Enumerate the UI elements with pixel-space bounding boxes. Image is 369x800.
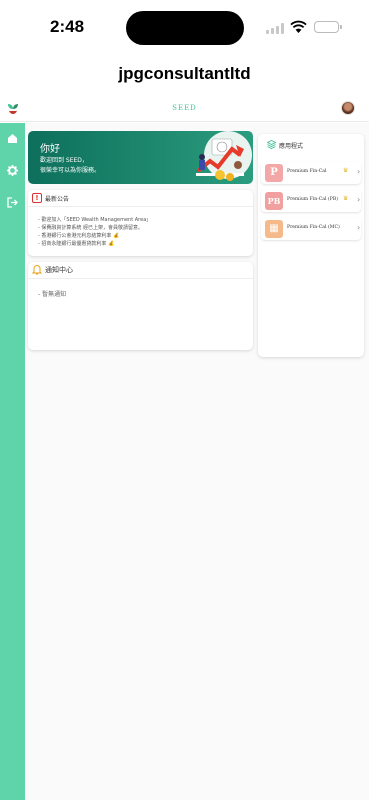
dynamic-island <box>126 11 244 45</box>
coin-icon: 💰 <box>113 233 120 239</box>
announcement-item-text: - 香港銀行公會港元利息結算利率 <box>38 233 112 239</box>
welcome-line-2: 很榮幸可以為你服務。 <box>40 167 101 174</box>
logout-icon <box>7 197 18 208</box>
apps-title: 應用程式 <box>279 143 304 150</box>
cellular-signal-icon <box>266 23 284 34</box>
crown-icon: ♛ <box>343 195 349 202</box>
top-header: SEED <box>0 97 369 122</box>
avatar[interactable] <box>341 101 355 115</box>
announcement-item-text: - 招商永隆銀行最優惠貸款利率 <box>38 241 107 247</box>
coin-icon: 💰 <box>108 241 115 247</box>
welcome-banner: 你好 歡迎回到 SEED， 很榮幸可以為你服務。 <box>28 131 253 184</box>
app-item-premium-fin-cal-pb[interactable]: PB Premium Fin-Cal (PB) ♛ › <box>261 190 361 212</box>
home-button[interactable] <box>5 131 20 146</box>
notification-card: 通知中心 - 暫無通知 <box>28 262 253 350</box>
announcement-item[interactable]: - 歡迎加入「SEED Wealth Management Area」 <box>38 216 151 223</box>
welcome-title: 你好 <box>40 144 60 155</box>
chevron-right-icon: › <box>357 223 361 232</box>
app-name: Premium Fin-Cal <box>287 169 327 174</box>
app-badge: P <box>265 164 283 182</box>
announcement-header: ! 最新公告 <box>28 190 253 207</box>
status-time: 2:48 <box>50 17 85 36</box>
app-title: jpgconsultantltd <box>118 64 251 83</box>
app-badge: PB <box>265 192 283 210</box>
announcement-card: ! 最新公告 - 歡迎加入「SEED Wealth Management Are… <box>28 190 253 256</box>
bell-icon <box>32 265 42 275</box>
empty-notification-text: - 暫無通知 <box>38 291 67 298</box>
announcement-item[interactable]: - 招商永隆銀行最優惠貸款利率 💰 <box>38 240 114 247</box>
sidebar <box>0 123 25 800</box>
wifi-icon <box>290 20 307 33</box>
announcement-item[interactable]: - 香港銀行公會港元利息結算利率 💰 <box>38 232 119 239</box>
app-name: Premium Fin-Cal (PB) <box>287 197 339 202</box>
crown-icon: ♛ <box>343 167 349 174</box>
alert-icon: ! <box>32 193 42 203</box>
finance-illustration <box>196 131 252 181</box>
app-item-premium-fin-cal[interactable]: P Premium Fin-Cal ♛ › <box>261 162 361 184</box>
gear-icon <box>7 165 18 176</box>
notification-header: 通知中心 <box>28 262 253 279</box>
announcement-item[interactable]: - 保費融資計算系統 經已上架，會員敬請留意。 <box>38 224 143 231</box>
home-icon <box>8 134 17 143</box>
announcement-title: 最新公告 <box>45 196 70 203</box>
notification-title: 通知中心 <box>45 266 73 274</box>
app-item-premium-fin-cal-mc[interactable]: ▦ Premium Fin-Cal (MC) › <box>261 218 361 240</box>
layers-icon <box>267 140 276 149</box>
logout-button[interactable] <box>5 195 20 210</box>
apps-card: 應用程式 P Premium Fin-Cal ♛ › PB Premium Fi… <box>258 134 364 357</box>
brand-label: SEED <box>172 104 197 112</box>
welcome-line-1: 歡迎回到 SEED， <box>40 157 88 164</box>
settings-button[interactable] <box>5 163 20 178</box>
chevron-right-icon: › <box>357 167 361 176</box>
battery-icon <box>314 21 342 33</box>
app-name: Premium Fin-Cal (MC) <box>287 225 340 230</box>
chevron-right-icon: › <box>357 195 361 204</box>
status-bar: 2:48 <box>0 0 369 56</box>
calculator-icon: ▦ <box>265 220 283 238</box>
